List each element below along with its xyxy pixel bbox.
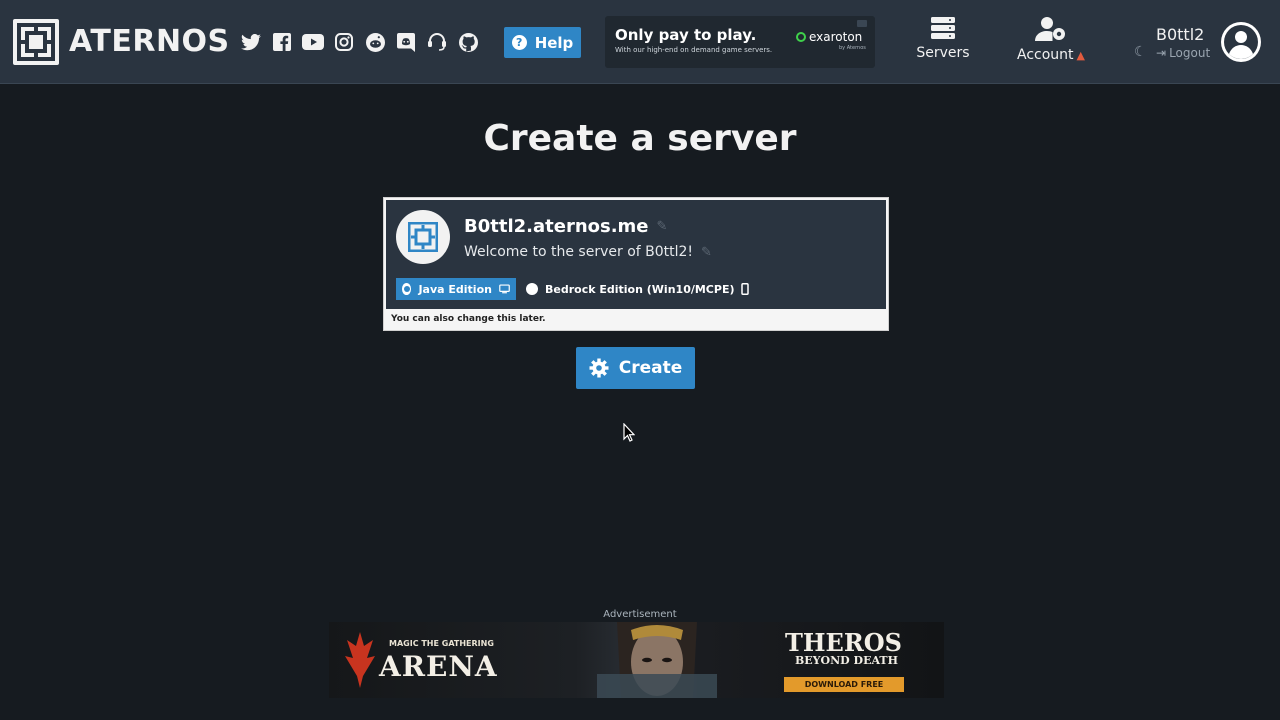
ad-beyond-death: BEYOND DEATH xyxy=(795,654,898,667)
discord-icon[interactable] xyxy=(395,31,417,53)
ad-download-button[interactable]: DOWNLOAD FREE xyxy=(784,677,904,692)
create-button[interactable]: Create xyxy=(576,347,695,389)
exaroton-promo[interactable]: Only pay to play. With our high-end on d… xyxy=(605,16,875,68)
server-motd[interactable]: Welcome to the server of B0ttl2! ✎ xyxy=(464,244,712,260)
create-label: Create xyxy=(618,358,683,378)
mtg-flame-logo-icon xyxy=(345,632,375,688)
server-card-body: B0ttl2.aternos.me ✎ Welcome to the serve… xyxy=(386,200,886,309)
ad-theros-title: THEROS xyxy=(785,628,903,657)
server-card: B0ttl2.aternos.me ✎ Welcome to the serve… xyxy=(383,197,889,331)
page-title: Create a server xyxy=(483,118,797,159)
server-address-text: B0ttl2.aternos.me xyxy=(464,216,649,237)
ad-banner[interactable]: MAGIC THE GATHERING ARENA THEROS BEYOND … xyxy=(329,622,944,698)
promo-by-label: by Aternos xyxy=(839,45,866,51)
servers-icon xyxy=(931,17,955,39)
question-icon: ? xyxy=(511,35,527,50)
twitter-icon[interactable] xyxy=(240,31,262,53)
top-navbar: ATERNOS ? Help Only pay to play. With ou… xyxy=(0,0,1280,84)
edition-java-label: Java Edition xyxy=(418,282,492,296)
nav-account[interactable]: Account ▲ xyxy=(1012,17,1090,63)
social-links xyxy=(240,31,479,53)
facebook-icon[interactable] xyxy=(271,31,293,53)
ad-badge-icon xyxy=(857,20,867,27)
mouse-cursor-icon xyxy=(623,423,635,442)
avatar[interactable] xyxy=(1221,22,1261,62)
radio-selected-icon xyxy=(402,283,412,295)
server-motd-text: Welcome to the server of B0ttl2! xyxy=(464,244,694,260)
logout-link[interactable]: ⇥ Logout xyxy=(1156,46,1210,60)
server-icon[interactable] xyxy=(396,210,450,264)
logout-icon: ⇥ xyxy=(1156,46,1167,60)
gear-icon xyxy=(589,358,609,378)
ad-arena-title: ARENA xyxy=(379,650,498,683)
promo-title: Only pay to play. xyxy=(615,26,757,44)
nav-servers[interactable]: Servers xyxy=(916,17,970,61)
brand-name[interactable]: ATERNOS xyxy=(69,24,230,60)
ad-mtg-line: MAGIC THE GATHERING xyxy=(389,639,494,648)
advertisement-label: Advertisement xyxy=(603,609,677,620)
edition-bedrock-label: Bedrock Edition (Win10/MCPE) xyxy=(545,282,735,296)
nav-account-label: Account ▲ xyxy=(1017,47,1085,63)
dark-mode-moon-icon[interactable]: ☾ xyxy=(1134,44,1147,60)
edition-bedrock-option[interactable]: Bedrock Edition (Win10/MCPE) xyxy=(520,278,755,300)
ad-character-portrait xyxy=(597,622,717,698)
edit-pencil-icon[interactable]: ✎ xyxy=(701,245,712,260)
account-label-text: Account xyxy=(1017,47,1074,63)
user-name[interactable]: B0ttl2 xyxy=(1156,25,1204,44)
edition-note: You can also change this later. xyxy=(391,314,546,324)
help-button[interactable]: ? Help xyxy=(504,27,581,58)
exaroton-ring-icon xyxy=(796,32,806,42)
support-headset-icon[interactable] xyxy=(426,31,448,53)
instagram-icon[interactable] xyxy=(333,31,355,53)
promo-brand-label: exaroton xyxy=(809,30,863,44)
promo-subtitle: With our high-end on demand game servers… xyxy=(615,46,773,54)
github-icon[interactable] xyxy=(457,31,479,53)
radio-unselected-icon xyxy=(526,283,538,295)
reddit-icon[interactable] xyxy=(364,31,386,53)
server-address[interactable]: B0ttl2.aternos.me ✎ xyxy=(464,216,667,237)
nav-servers-label: Servers xyxy=(916,45,970,61)
warning-icon: ▲ xyxy=(1076,49,1085,62)
user-settings-icon xyxy=(1035,17,1065,41)
aternos-logo-icon[interactable] xyxy=(13,19,59,65)
exaroton-logo: exaroton xyxy=(796,30,862,44)
mobile-icon xyxy=(741,283,750,295)
help-label: Help xyxy=(534,33,574,52)
logout-label: Logout xyxy=(1169,46,1211,60)
edition-java-option[interactable]: Java Edition xyxy=(396,278,516,300)
edit-pencil-icon[interactable]: ✎ xyxy=(657,219,668,234)
desktop-icon xyxy=(499,284,510,294)
youtube-icon[interactable] xyxy=(302,31,324,53)
user-avatar-icon xyxy=(1224,25,1258,59)
